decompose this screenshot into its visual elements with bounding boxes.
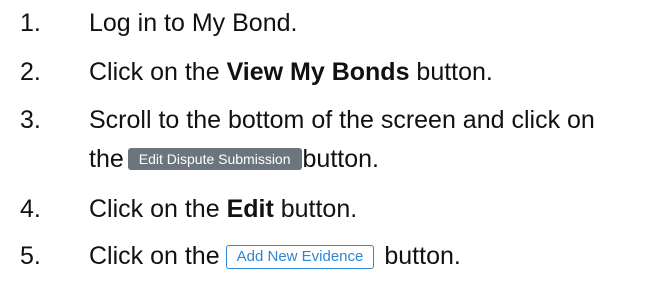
step-number: 2. <box>20 58 41 86</box>
step-text: Log in to My Bond. <box>89 6 297 40</box>
step-number: 3. <box>20 106 41 134</box>
add-new-evidence-button[interactable]: Add New Evidence <box>225 245 375 269</box>
step-text-after: button. <box>273 195 358 223</box>
step-text-before: Click on the <box>89 58 227 86</box>
step-text-after: button. <box>409 58 493 86</box>
step-text-line-1: Scroll to the bottom of the screen and c… <box>89 106 595 134</box>
step-text: Click on the View My Bonds button. <box>89 55 493 89</box>
instruction-list: 1. Log in to My Bond. 2. Click on the Vi… <box>0 0 656 282</box>
step-text-after: button. <box>384 242 461 270</box>
step-number: 4. <box>20 195 41 223</box>
step-number: 5. <box>20 242 41 270</box>
edit-dispute-submission-button[interactable]: Edit Dispute Submission <box>127 148 302 170</box>
edit-label: Edit <box>226 195 274 223</box>
view-my-bonds-label: View My Bonds <box>226 58 410 86</box>
step-text: Click on the Edit button. <box>89 192 357 226</box>
step-number: 1. <box>20 9 41 37</box>
step-text-line-2: the Edit Dispute Submission button. <box>89 142 379 176</box>
step-text-before: Click on the <box>89 195 227 223</box>
step-text-before: Click on the <box>89 242 220 270</box>
step-text-before: the <box>89 145 124 173</box>
step-text-content: Log in to My Bond. <box>89 9 298 37</box>
step-text-after: button. <box>302 145 379 173</box>
step-text: Click on the Add New Evidence button. <box>89 239 461 273</box>
